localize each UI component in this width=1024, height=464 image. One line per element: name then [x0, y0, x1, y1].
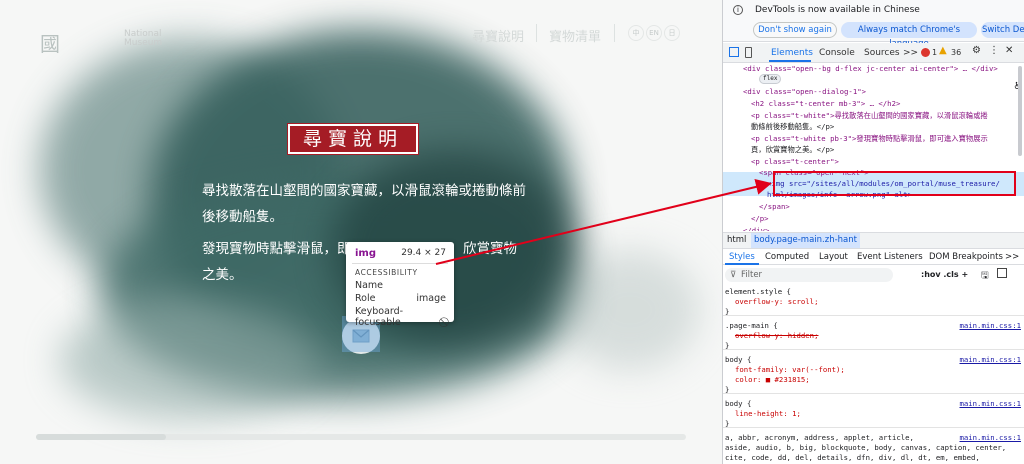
tooltip-row: Keyboard-focusable⃠: [355, 306, 446, 328]
tooltip-row-label: Name: [355, 280, 384, 291]
text-line: 尋找散落在山壑間的國家寶藏，以滑鼠滾輪或捲動條前: [202, 183, 526, 199]
css-source-link[interactable]: main.min.css:1: [959, 320, 1021, 331]
ink-wash: [560, 250, 700, 370]
warning-count[interactable]: 36: [951, 48, 961, 57]
ink-wash: [60, 300, 320, 420]
devtools-tabs: Elements Console Sources >> 1 ▲ 36 ⚙ ⋮ ✕: [723, 43, 1024, 63]
tooltip-row-label: Keyboard-focusable: [355, 306, 404, 328]
tab-console[interactable]: Console: [819, 48, 855, 58]
lang-en-button[interactable]: EN: [646, 25, 662, 41]
css-declaration[interactable]: line-height: 1;: [735, 408, 801, 419]
lang-ja-button[interactable]: 日: [664, 25, 680, 41]
instruction-paragraph-1: 尋找散落在山壑間的國家寶藏，以滑鼠滾輪或捲動條前 後移動船隻。: [202, 178, 526, 230]
nav-treasure-list[interactable]: 寶物清單: [549, 26, 601, 45]
dont-show-again-button[interactable]: Don't show again: [753, 22, 837, 38]
dialog-title: 尋寶說明: [287, 123, 419, 155]
breadcrumb: html body.page-main.zh-hant: [723, 232, 1024, 248]
css-declaration[interactable]: overflow-y: scroll;: [735, 296, 818, 307]
dom-node-line[interactable]: 動條前後移動船隻。</p>: [751, 121, 834, 133]
error-icon: [921, 48, 930, 57]
styles-toolbar[interactable]: :hov .cls +: [921, 270, 968, 279]
site-logo[interactable]: 國: [40, 28, 60, 57]
dom-node-line[interactable]: </p>: [751, 213, 769, 225]
more-style-tabs-button[interactable]: >>: [1005, 252, 1019, 262]
sidebar-toggle-icon[interactable]: [997, 268, 1007, 278]
device-toolbar-icon[interactable]: [745, 47, 752, 58]
nav-guide[interactable]: 尋寶說明: [472, 26, 524, 45]
crumb-html[interactable]: html: [727, 235, 746, 245]
tooltip-row: Role image: [355, 293, 446, 305]
filter-icon: ⊽: [730, 270, 737, 280]
tab-styles[interactable]: Styles: [729, 252, 755, 262]
active-tab-indicator: [769, 60, 811, 62]
dom-scrollbar[interactable]: [1018, 66, 1022, 156]
close-icon[interactable]: ✕: [1005, 45, 1013, 56]
devtools-panel: i DevTools is now available in Chinese D…: [722, 0, 1024, 464]
inspect-tooltip: img 29.4 × 27 ACCESSIBILITY Name Role ima…: [346, 242, 454, 328]
active-tab-indicator: [725, 263, 759, 265]
rule-divider: [723, 427, 1024, 428]
css-selector: cite, code, dd, del, details, dfn, div, …: [725, 453, 980, 462]
site-header: 國 National Museum 尋寶說明 寶物清單 中 EN 日: [0, 0, 722, 60]
tab-computed[interactable]: Computed: [765, 252, 809, 262]
settings-gear-icon[interactable]: ⚙: [972, 45, 981, 56]
dom-tree: <div class="open--bg d-flex jc-center ai…: [723, 63, 1024, 231]
banner-message: DevTools is now available in Chinese: [755, 5, 920, 15]
nav-divider: [614, 24, 615, 42]
tooltip-divider: [352, 263, 448, 264]
logo-subtitle: National Museum: [124, 30, 162, 48]
tab-elements[interactable]: Elements: [771, 48, 813, 58]
text-segment: ，欣賞寶物: [449, 241, 518, 257]
tooltip-dimensions: 29.4 × 27: [401, 248, 446, 258]
webpage-viewport: 國 National Museum 尋寶說明 寶物清單 中 EN 日 尋寶說明 …: [0, 0, 722, 464]
styles-rules: element.style {overflow-y: scroll;} .page…: [723, 286, 1024, 464]
scrollbar-thumb[interactable]: [36, 434, 166, 440]
match-language-button[interactable]: Always match Chrome's language: [841, 22, 977, 49]
crumb-body[interactable]: body.page-main.zh-hant: [751, 233, 860, 248]
rule-divider: [723, 349, 1024, 350]
tab-dom-breakpoints[interactable]: DOM Breakpoints: [929, 252, 1003, 262]
switch-language-button[interactable]: Switch DevTools to Chinese: [981, 22, 1024, 38]
css-source-link[interactable]: main.min.css:1: [959, 354, 1021, 365]
language-banner: i DevTools is now available in Chinese D…: [723, 0, 1024, 49]
styles-filter-input[interactable]: ⊽ Filter: [725, 268, 893, 282]
tab-layout[interactable]: Layout: [819, 252, 848, 262]
text-line: 後移動船隻。: [202, 209, 283, 225]
rule-divider: [723, 315, 1024, 316]
dom-node-line[interactable]: 頁，欣賞寶物之美。</p>: [751, 144, 834, 156]
annotation-highlight-box: [773, 171, 1016, 196]
nav-divider: [536, 24, 537, 42]
lang-zh-button[interactable]: 中: [628, 25, 644, 41]
logo-sub-line: Museum: [124, 38, 163, 48]
filter-placeholder: Filter: [741, 270, 763, 280]
dom-node-line[interactable]: <div class="open--bg d-flex jc-center ai…: [743, 63, 998, 75]
tooltip-tag: img: [355, 248, 377, 259]
new-rule-icon[interactable]: 🖫: [981, 268, 989, 284]
tooltip-row-value: image: [416, 293, 446, 304]
error-count[interactable]: 1: [932, 48, 937, 57]
css-source-link[interactable]: main.min.css:1: [959, 398, 1021, 409]
kebab-menu-icon[interactable]: ⋮: [989, 45, 999, 56]
more-tabs-button[interactable]: >>: [903, 48, 918, 58]
tooltip-heading: ACCESSIBILITY: [355, 268, 418, 277]
dom-node-line[interactable]: <h2 class="t-center mb-3"> … </h2>: [751, 98, 900, 110]
dom-node-line[interactable]: </span>: [759, 201, 790, 213]
dom-node-line[interactable]: flex: [759, 74, 782, 84]
dom-node-line[interactable]: </div>: [743, 225, 769, 231]
warning-icon: ▲: [939, 45, 947, 56]
text-segment: 發現寶物時點擊滑鼠，即: [202, 241, 351, 257]
css-declaration[interactable]: color: ■ #231815;: [735, 374, 810, 385]
tooltip-row: Name: [355, 280, 446, 292]
styles-tabs: Styles Computed Layout Event Listeners D…: [723, 248, 1024, 265]
rule-divider: [723, 393, 1024, 394]
css-declaration[interactable]: overflow-y: hidden;: [735, 330, 818, 341]
tab-event-listeners[interactable]: Event Listeners: [857, 252, 923, 262]
tooltip-row-label: Role: [355, 293, 376, 304]
dom-node-line[interactable]: <div class="open--dialog-1">: [743, 86, 866, 98]
inspect-element-icon[interactable]: [729, 47, 739, 57]
tab-sources[interactable]: Sources: [864, 48, 900, 58]
info-icon: i: [733, 5, 743, 15]
